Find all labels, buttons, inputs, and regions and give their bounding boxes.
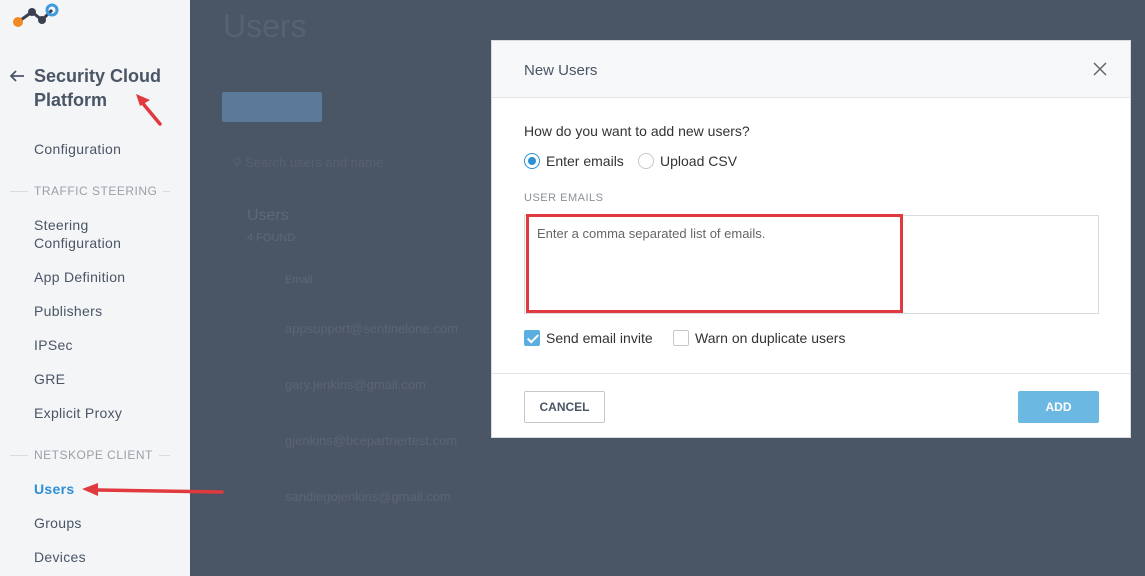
user-emails-label: USER EMAILS <box>524 192 604 204</box>
sidebar-item-devices[interactable]: Devices <box>34 548 86 566</box>
table-row: appsupport@sentinelone.com <box>285 321 458 336</box>
radio-unchecked-icon <box>638 153 654 169</box>
user-emails-field[interactable] <box>524 215 1099 314</box>
sidebar-item-explicit-proxy[interactable]: Explicit Proxy <box>34 404 122 422</box>
checkbox-unchecked-icon <box>673 330 689 346</box>
sidebar-item-groups[interactable]: Groups <box>34 514 82 532</box>
checkbox-send-email-invite[interactable]: Send email invite <box>524 330 653 346</box>
section-heading-traffic-steering: TRAFFIC STEERING <box>10 184 170 198</box>
checkbox-label: Send email invite <box>546 330 653 346</box>
add-method-question: How do you want to add new users? <box>524 123 750 139</box>
checkbox-label: Warn on duplicate users <box>695 330 846 346</box>
radio-upload-csv[interactable]: Upload CSV <box>638 153 737 169</box>
sidebar-item-publishers[interactable]: Publishers <box>34 302 102 320</box>
checkbox-checked-icon <box>524 330 540 346</box>
dialog-title: New Users <box>524 62 598 79</box>
radio-label: Upload CSV <box>660 153 738 169</box>
sidebar-item-users[interactable]: Users <box>34 480 74 498</box>
new-users-button <box>222 92 322 122</box>
dialog-footer-divider <box>492 373 1130 374</box>
search-input: ⚲ Search users and name <box>232 155 384 170</box>
netskope-logo-icon[interactable] <box>10 2 60 30</box>
new-users-dialog: New Users How do you want to add new use… <box>491 40 1131 438</box>
dialog-header: New Users <box>492 41 1130 98</box>
radio-checked-icon <box>524 153 540 169</box>
cancel-button[interactable]: CANCEL <box>524 391 605 423</box>
list-count: 4 FOUND <box>247 232 296 244</box>
section-heading-netskope-client: NETSKOPE CLIENT <box>10 448 170 462</box>
list-title: Users <box>247 207 289 224</box>
table-row: gary.jenkins@gmail.com <box>285 377 426 392</box>
platform-header: Security Cloud Platform <box>8 64 174 112</box>
page-title: Users <box>223 8 307 44</box>
column-header-email: Email <box>285 274 313 286</box>
sidebar-item-steering-configuration[interactable]: Steering Configuration <box>34 216 144 252</box>
add-button[interactable]: ADD <box>1018 391 1099 423</box>
sidebar: Security Cloud Platform Configuration TR… <box>0 0 190 576</box>
sidebar-item-gre[interactable]: GRE <box>34 370 65 388</box>
sidebar-item-configuration[interactable]: Configuration <box>34 140 121 158</box>
sidebar-item-app-definition[interactable]: App Definition <box>34 268 125 286</box>
table-row: sandiegojenkins@gmail.com <box>285 489 451 504</box>
sidebar-item-ipsec[interactable]: IPSec <box>34 336 73 354</box>
close-icon[interactable] <box>1092 61 1108 77</box>
platform-title: Security Cloud Platform <box>34 66 162 110</box>
checkbox-warn-duplicate-users[interactable]: Warn on duplicate users <box>673 330 845 346</box>
table-row: gjenkins@bcepartnertest.com <box>285 433 458 448</box>
radio-label: Enter emails <box>546 153 624 169</box>
arrow-left-icon[interactable] <box>8 67 26 85</box>
radio-enter-emails[interactable]: Enter emails <box>524 153 624 169</box>
